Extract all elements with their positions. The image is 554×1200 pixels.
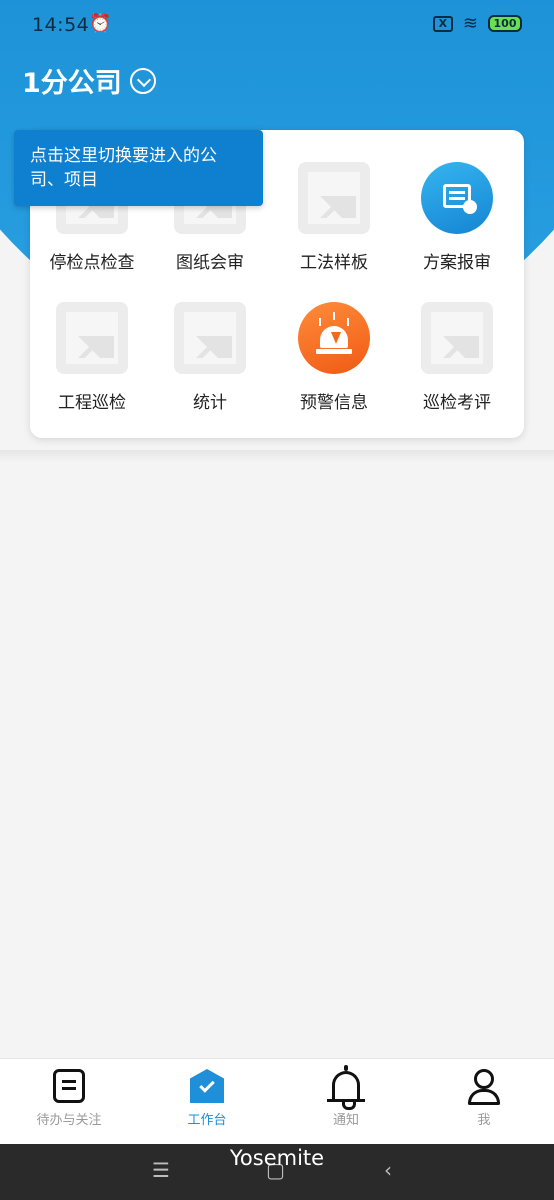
wifi-icon: ≋: [462, 13, 478, 34]
tab-label: 待办与关注: [36, 1113, 102, 1128]
battery-icon: 100: [488, 15, 522, 32]
grid-item-label: 工法样板: [300, 253, 368, 273]
alarm-off-icon: ⏰: [89, 13, 112, 34]
user-icon: [464, 1067, 504, 1107]
grid-item-label: 工程巡检: [58, 393, 126, 413]
note-icon: [49, 1067, 89, 1107]
grid-item-project-patrol[interactable]: 工程巡检: [30, 302, 154, 432]
status-bar: 14:54 ⏰ X ≋ 100: [0, 0, 554, 52]
grid-item-label: 图纸会审: [176, 253, 244, 273]
placeholder-image-icon: [174, 302, 246, 374]
grid-item-statistics[interactable]: 统计: [148, 302, 272, 432]
placeholder-image-icon: [56, 302, 128, 374]
chevron-down-icon: [129, 67, 156, 94]
grid-item-label: 预警信息: [300, 393, 368, 413]
tab-label: 我: [477, 1113, 491, 1128]
status-icons: X ≋ 100: [432, 13, 522, 34]
bottom-tab-bar: 待办与关注 工作台 通知 我: [0, 1058, 554, 1144]
grid-item-warning-info[interactable]: 预警信息: [272, 302, 396, 432]
switch-hint-tooltip[interactable]: 点击这里切换要进入的公司、项目: [14, 130, 263, 206]
grid-item-plan-review[interactable]: 方案报审: [395, 162, 519, 292]
grid-item-label: 停检点检查: [49, 253, 135, 273]
placeholder-image-icon: [421, 302, 493, 374]
tab-notifications[interactable]: 通知: [277, 1065, 415, 1143]
grid-item-method-sample[interactable]: 工法样板: [272, 162, 396, 292]
grid-item-label: 方案报审: [423, 253, 491, 273]
tab-todo-follow[interactable]: 待办与关注: [0, 1067, 138, 1143]
sim-icon: X: [432, 15, 453, 32]
section-divider: [0, 450, 554, 462]
grid-item-label: 统计: [193, 393, 227, 413]
tab-label: 工作台: [187, 1113, 227, 1128]
workbench-icon: [187, 1067, 227, 1107]
tab-workbench[interactable]: 工作台: [138, 1067, 276, 1143]
status-time: 14:54: [32, 14, 90, 36]
company-name: 1分公司: [22, 68, 122, 99]
bell-icon: [326, 1065, 366, 1110]
watermark-text: Yosemite: [229, 1146, 325, 1170]
tab-label: 通知: [332, 1113, 359, 1128]
placeholder-image-icon: [298, 162, 370, 234]
grid-item-label: 巡检考评: [423, 393, 491, 413]
tab-me[interactable]: 我: [415, 1067, 553, 1143]
grid-item-patrol-evaluation[interactable]: 巡检考评: [395, 302, 519, 432]
plan-review-icon: [421, 162, 493, 234]
alarm-light-icon: [298, 302, 370, 374]
company-switcher[interactable]: 1分公司: [22, 61, 156, 100]
